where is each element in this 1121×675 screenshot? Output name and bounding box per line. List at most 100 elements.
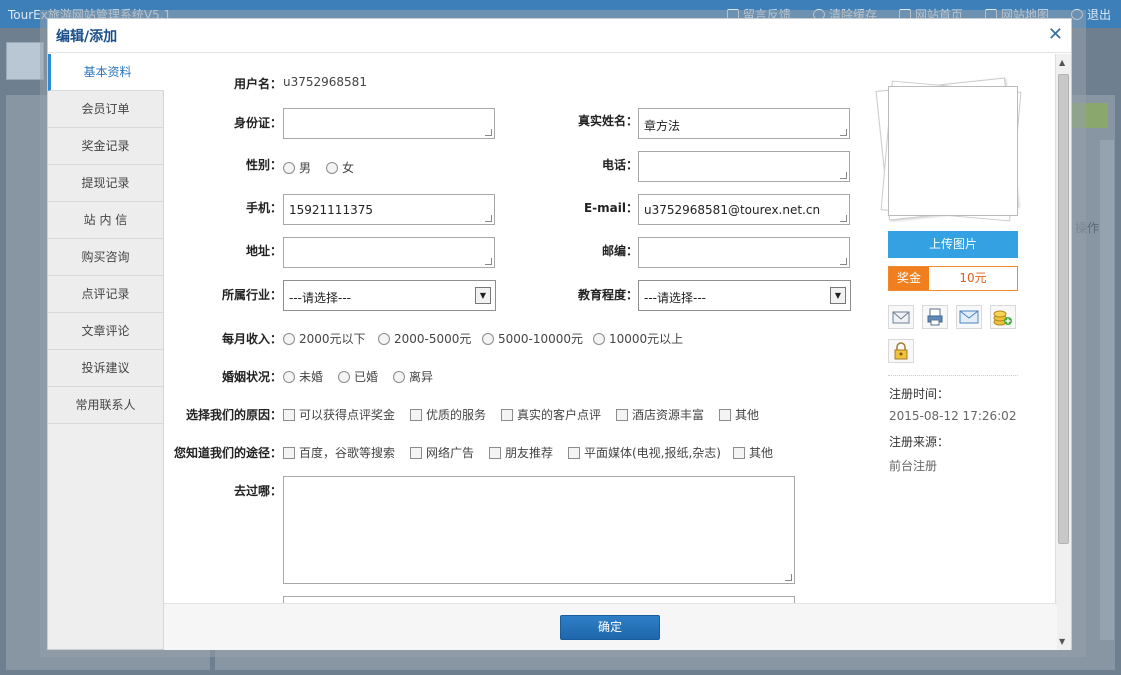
industry-select[interactable]: ---请选择--- ▼: [283, 280, 496, 311]
reason-option-1[interactable]: 可以获得点评奖金: [283, 406, 395, 423]
real-name-label: 真实姓名：: [577, 114, 638, 128]
phone-label: 电话：: [601, 158, 638, 172]
source-option-4[interactable]: 平面媒体(电视,报纸,杂志): [568, 444, 721, 461]
checkbox-icon: [283, 408, 295, 421]
side-tabs: 基本资料 会员订单 奖金记录 提现记录 站 内 信 购买咨询 点评记录 文章评论…: [48, 54, 164, 649]
tab-basic-info[interactable]: 基本资料: [48, 54, 164, 91]
dialog-footer: 确定: [164, 603, 1057, 650]
checkbox-icon: [616, 408, 628, 421]
reason-option-2[interactable]: 优质的服务: [410, 406, 486, 423]
tab-complaints[interactable]: 投诉建议: [48, 350, 163, 387]
radio-icon: [378, 332, 390, 345]
checkbox-icon: [410, 446, 422, 459]
scroll-up-icon[interactable]: ▲: [1059, 58, 1065, 67]
visited-textarea[interactable]: [283, 476, 795, 584]
form-content: 用户名： u3752968581 身份证： 真实姓名： 章方法 性别： 男 女 …: [164, 54, 1057, 603]
reason-label: 选择我们的原因：: [185, 408, 282, 422]
bonus-value: 10元: [959, 271, 987, 285]
income-option-4[interactable]: 10000元以上: [593, 330, 683, 347]
dialog-title: 编辑/添加: [56, 29, 118, 45]
avatar: [6, 42, 44, 80]
reason-option-3[interactable]: 真实的客户点评: [501, 406, 601, 423]
reg-source-label: 注册来源：: [889, 435, 950, 449]
education-select[interactable]: ---请选择--- ▼: [638, 280, 851, 311]
real-name-field[interactable]: 章方法: [638, 108, 850, 139]
background-scrollbar: [1100, 140, 1114, 640]
tab-withdraw-records[interactable]: 提现记录: [48, 165, 163, 202]
source-option-5[interactable]: 其他: [733, 444, 773, 461]
chevron-down-icon: ▼: [475, 287, 491, 304]
phone-field[interactable]: [638, 151, 850, 182]
industry-selected-value: ---请选择---: [289, 291, 351, 305]
source-option-1[interactable]: 百度，谷歌等搜索: [283, 444, 395, 461]
add-coins-icon[interactable]: [990, 305, 1016, 329]
marital-option-divorced[interactable]: 离异: [393, 368, 433, 385]
dialog-header: 编辑/添加 ✕: [48, 19, 1071, 53]
tab-review-records[interactable]: 点评记录: [48, 276, 163, 313]
postcode-label: 邮编：: [601, 244, 638, 258]
source-label: 您知道我们的途径：: [173, 446, 282, 460]
tab-bonus-records[interactable]: 奖金记录: [48, 128, 163, 165]
message-icon[interactable]: [956, 305, 982, 329]
income-option-2[interactable]: 2000-5000元: [378, 330, 471, 347]
gender-female-radio[interactable]: 女: [326, 159, 354, 176]
photo-preview: [875, 77, 1022, 224]
marital-label: 婚姻状况：: [221, 370, 282, 384]
checkbox-icon: [410, 408, 422, 421]
gender-male-radio[interactable]: 男: [283, 159, 311, 176]
bonus-badge: 奖金 10元: [888, 266, 1018, 291]
mail-icon[interactable]: [888, 305, 914, 329]
print-icon[interactable]: [922, 305, 948, 329]
radio-icon: [482, 332, 494, 345]
radio-icon: [283, 161, 295, 174]
radio-icon: [283, 370, 295, 383]
confirm-button[interactable]: 确定: [560, 615, 660, 640]
radio-icon: [393, 370, 405, 383]
bonus-key: 奖金: [889, 267, 929, 290]
marital-option-single[interactable]: 未婚: [283, 368, 323, 385]
source-option-2[interactable]: 网络广告: [410, 444, 474, 461]
tab-inbox[interactable]: 站 内 信: [48, 202, 163, 239]
id-card-field[interactable]: [283, 108, 495, 139]
tab-contacts[interactable]: 常用联系人: [48, 387, 163, 424]
reason-option-5[interactable]: 其他: [719, 406, 759, 423]
scroll-thumb[interactable]: [1058, 74, 1069, 544]
income-option-1[interactable]: 2000元以下: [283, 330, 366, 347]
industry-label: 所属行业：: [221, 288, 282, 302]
reg-time-value: 2015-08-12 17:26:02: [889, 409, 1017, 423]
scroll-down-icon[interactable]: ▼: [1059, 637, 1065, 646]
tab-member-orders[interactable]: 会员订单: [48, 91, 163, 128]
close-icon[interactable]: ✕: [1048, 24, 1063, 45]
radio-icon: [283, 332, 295, 345]
checkbox-icon: [489, 446, 501, 459]
visited-label: 去过哪：: [233, 484, 282, 498]
radio-icon: [326, 161, 338, 174]
checkbox-icon: [568, 446, 580, 459]
username-value: u3752968581: [283, 75, 367, 89]
next-textarea[interactable]: [283, 596, 795, 603]
mobile-label: 手机：: [245, 201, 282, 215]
photo-frame: [888, 86, 1018, 216]
source-option-3[interactable]: 朋友推荐: [489, 444, 553, 461]
reason-option-4[interactable]: 酒店资源丰富: [616, 406, 704, 423]
education-label: 教育程度：: [577, 288, 638, 302]
checkbox-icon: [501, 408, 513, 421]
address-field[interactable]: [283, 237, 495, 268]
postcode-field[interactable]: [638, 237, 850, 268]
tab-purchase-inquiry[interactable]: 购买咨询: [48, 239, 163, 276]
education-selected-value: ---请选择---: [644, 291, 706, 305]
marital-option-married[interactable]: 已婚: [338, 368, 378, 385]
gender-label: 性别：: [245, 158, 282, 172]
tab-article-comments[interactable]: 文章评论: [48, 313, 163, 350]
reg-source-value: 前台注册: [889, 459, 938, 473]
income-option-3[interactable]: 5000-10000元: [482, 330, 583, 347]
upload-image-button[interactable]: 上传图片: [888, 231, 1018, 258]
radio-icon: [338, 370, 350, 383]
lock-icon[interactable]: [888, 339, 914, 363]
checkbox-icon: [733, 446, 745, 459]
dialog-scrollbar[interactable]: ▲ ▼: [1055, 54, 1071, 650]
mobile-field[interactable]: 15921111375: [283, 194, 495, 225]
email-field[interactable]: u3752968581@tourex.net.cn: [638, 194, 850, 225]
email-label: E-mail：: [583, 201, 638, 215]
chevron-down-icon: ▼: [830, 287, 846, 304]
